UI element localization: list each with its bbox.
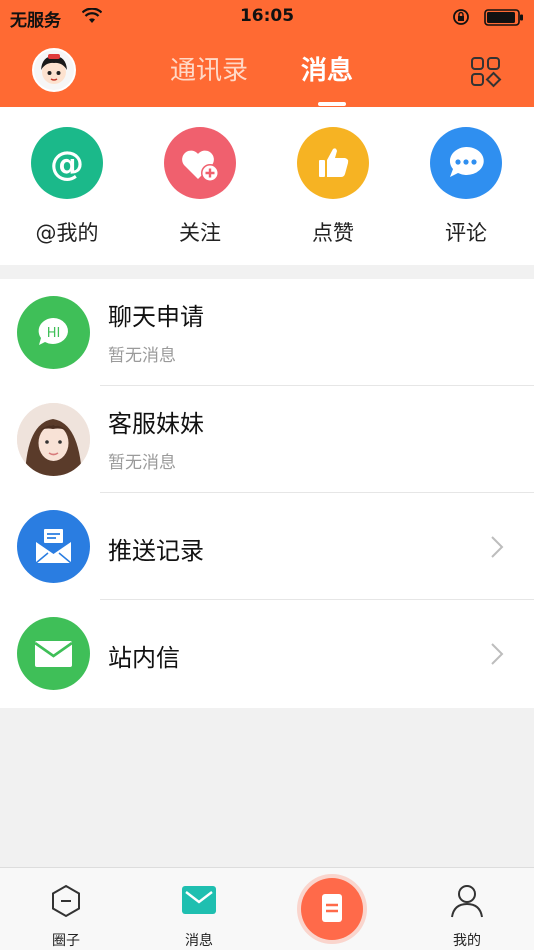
active-tab-indicator	[318, 102, 346, 106]
svg-text:HI: HI	[47, 326, 61, 341]
at-icon: @	[31, 127, 103, 199]
center-action-button[interactable]	[301, 878, 363, 940]
quick-action-label: 点赞	[312, 221, 354, 245]
list-item-subtitle: 暂无消息	[108, 346, 176, 366]
comment-icon	[430, 127, 502, 199]
message-envelope-icon	[182, 886, 216, 914]
bottom-tab-bar: 圈子 消息 我的	[0, 867, 534, 950]
app-header: 无服务 16:05 通讯录 消息	[0, 0, 534, 107]
quick-action-mentions[interactable]: @ @我的	[17, 127, 117, 247]
tabbar-item-messages[interactable]: 消息	[159, 882, 239, 950]
tab-contacts[interactable]: 通讯录	[170, 50, 248, 87]
list-item-chat-requests[interactable]: HI 聊天申请 暂无消息	[0, 279, 534, 386]
header-tabs: 通讯录 消息	[0, 50, 534, 100]
quick-action-comments[interactable]: 评论	[416, 127, 516, 247]
list-item-title: 站内信	[108, 644, 180, 672]
apps-grid-icon[interactable]	[470, 56, 502, 88]
status-bar: 无服务 16:05	[0, 0, 534, 34]
mail-icon	[17, 617, 90, 690]
hi-chat-icon: HI	[17, 296, 90, 369]
quick-actions-panel: @ @我的 关注 点赞 评论	[0, 107, 534, 265]
list-item-inbox[interactable]: 站内信	[0, 600, 534, 707]
tabbar-item-mine[interactable]: 我的	[427, 882, 507, 950]
document-icon	[322, 894, 342, 922]
tab-messages[interactable]: 消息	[301, 50, 353, 87]
quick-action-label: @我的	[35, 221, 99, 245]
list-item-customer-service[interactable]: 客服妹妹 暂无消息	[0, 386, 534, 493]
svg-text:@: @	[50, 144, 84, 184]
push-record-icon	[17, 510, 90, 583]
quick-action-follow[interactable]: 关注	[150, 127, 250, 247]
person-icon	[451, 885, 483, 918]
tabbar-item-circle[interactable]: 圈子	[26, 882, 106, 950]
hexagon-icon	[52, 884, 80, 918]
battery-icon	[484, 9, 523, 26]
message-list: HI 聊天申请 暂无消息 客服妹妹 暂无消息 推送记录 站内信	[0, 279, 534, 708]
heart-plus-icon	[164, 127, 236, 199]
thumbs-up-icon	[297, 127, 369, 199]
tabbar-label: 圈子	[52, 933, 80, 949]
quick-action-label: 关注	[179, 221, 221, 245]
tabbar-label: 我的	[453, 933, 481, 949]
list-item-title: 推送记录	[108, 537, 204, 565]
rotation-lock-icon	[453, 9, 469, 25]
quick-action-label: 评论	[445, 221, 487, 245]
list-item-push-records[interactable]: 推送记录	[0, 493, 534, 600]
quick-action-likes[interactable]: 点赞	[283, 127, 383, 247]
chevron-right-icon	[491, 536, 504, 558]
chevron-right-icon	[491, 643, 504, 665]
list-item-title: 客服妹妹	[108, 410, 204, 438]
tabbar-label: 消息	[185, 933, 213, 949]
list-item-subtitle: 暂无消息	[108, 453, 176, 473]
list-item-title: 聊天申请	[108, 303, 204, 331]
customer-service-avatar	[17, 403, 90, 476]
